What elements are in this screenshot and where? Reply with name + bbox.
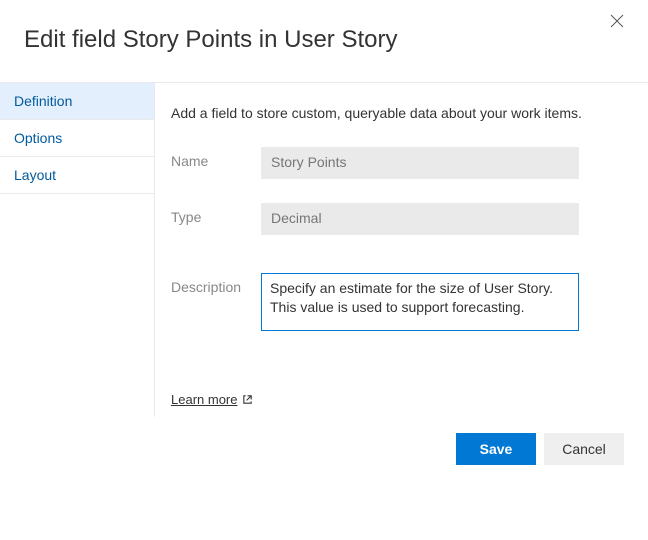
tab-label: Definition [14, 93, 72, 109]
save-button[interactable]: Save [456, 433, 536, 465]
type-field: Decimal [261, 203, 579, 235]
description-field[interactable] [261, 273, 579, 331]
cancel-button[interactable]: Cancel [544, 433, 624, 465]
helper-text: Add a field to store custom, queryable d… [171, 105, 624, 121]
learn-more-label: Learn more [171, 392, 237, 407]
tab-label: Options [14, 130, 62, 146]
tab-layout[interactable]: Layout [0, 157, 154, 194]
external-link-icon [242, 394, 253, 405]
dialog-title: Edit field Story Points in User Story [0, 0, 648, 82]
tab-options[interactable]: Options [0, 120, 154, 157]
name-field: Story Points [261, 147, 579, 179]
main-panel: Add a field to store custom, queryable d… [155, 83, 648, 417]
description-label: Description [171, 273, 261, 295]
type-label: Type [171, 203, 261, 225]
footer: Save Cancel [0, 417, 648, 481]
learn-more-link[interactable]: Learn more [171, 392, 253, 407]
close-icon[interactable] [610, 14, 624, 28]
sidebar: Definition Options Layout [0, 83, 155, 417]
tab-definition[interactable]: Definition [0, 83, 154, 120]
tab-label: Layout [14, 167, 56, 183]
name-label: Name [171, 147, 261, 169]
